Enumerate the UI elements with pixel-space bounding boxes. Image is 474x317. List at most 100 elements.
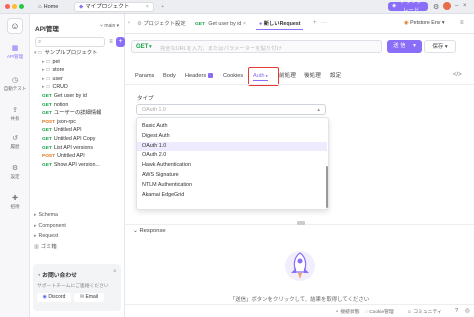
sidebar-section-0[interactable]: ▸ Schema bbox=[30, 210, 125, 221]
auth-type-dropdown: Basic Auth Digest Auth OAuth 1.0 OAuth 2.0 H… bbox=[136, 117, 329, 210]
api-endpoint-item[interactable]: GET Untitled API bbox=[30, 126, 125, 135]
method-selector[interactable]: GET bbox=[136, 44, 148, 50]
avatar[interactable] bbox=[443, 2, 451, 10]
rail-item-4[interactable]: ⚙ 設定 bbox=[0, 164, 30, 180]
method-badge: GET bbox=[42, 145, 52, 151]
rail-item-3[interactable]: ↺ 履歴 bbox=[0, 134, 30, 150]
connection-icon: ⚬ bbox=[335, 310, 340, 315]
tree-item-label: Untitled API Copy bbox=[53, 135, 96, 142]
response-header[interactable]: ⌄ Response bbox=[133, 228, 166, 234]
sidebar: API管理 ⑂ main ▾ ⌕ ≡ + ▾▭ サンプルプロジェクト ▸▭ pet ▸▭… bbox=[30, 14, 125, 317]
sidebar-section-3[interactable]: ▥ ゴミ箱 bbox=[30, 242, 125, 253]
api-endpoint-item[interactable]: GET Get user by id bbox=[30, 92, 125, 101]
subtab-6[interactable]: 後処理 bbox=[304, 71, 321, 81]
tree-item-label: json-rpc bbox=[57, 118, 76, 125]
new-tab-button[interactable]: + bbox=[157, 2, 168, 12]
auth-option[interactable]: Hawk Authentication bbox=[137, 161, 327, 171]
status-community[interactable]: ☺ コミュニティ bbox=[407, 308, 442, 315]
env-selector[interactable]: ◉ Petstore Env ▾ bbox=[404, 20, 445, 26]
branch-selector[interactable]: ⑂ main ▾ bbox=[100, 23, 119, 29]
more-icon[interactable]: ··· bbox=[321, 20, 327, 26]
auth-option[interactable]: OAuth 2.0 bbox=[137, 151, 327, 161]
api-endpoint-item[interactable]: GET ユーザーの詳細情報 bbox=[30, 109, 125, 118]
close-app-icon[interactable]: × bbox=[463, 3, 467, 9]
auth-option[interactable]: AWS Signature bbox=[137, 171, 327, 181]
dropdown-scrollbar[interactable] bbox=[326, 166, 328, 208]
method-badge: GET bbox=[42, 111, 52, 117]
gear-icon[interactable]: ⚙ bbox=[433, 3, 439, 11]
api-endpoint-item[interactable]: POST json-rpc bbox=[30, 118, 125, 127]
subtab-3[interactable]: Cookies bbox=[223, 71, 243, 81]
api-endpoint-item[interactable]: POST Untitled API bbox=[30, 152, 125, 161]
rail-item-1[interactable]: ◷ 自動テスト bbox=[0, 76, 30, 92]
email-button[interactable]: ✉ Email bbox=[74, 293, 104, 302]
api-endpoint-item[interactable]: GET Show API version... bbox=[30, 161, 125, 170]
method-badge: GET bbox=[42, 128, 52, 134]
env-icon: ◉ bbox=[404, 20, 409, 26]
contact-card: ◔ お問い合わせ × サポートチームにご連絡ください ◉ Discord ✉ E… bbox=[33, 264, 121, 311]
rail-item-5[interactable]: ✚ 招待 bbox=[0, 194, 30, 210]
api-endpoint-item[interactable]: GET List API versions bbox=[30, 144, 125, 153]
close-icon[interactable]: × bbox=[243, 21, 246, 27]
help-icon[interactable]: ? bbox=[455, 308, 458, 314]
filter-icon[interactable]: ≡ bbox=[107, 37, 115, 47]
minimize-icon[interactable]: – bbox=[455, 3, 458, 9]
subtab-5[interactable]: 前処理 bbox=[279, 71, 296, 81]
project-tab[interactable]: ◆ マイプロジェクト × bbox=[74, 2, 154, 12]
auth-option[interactable]: OAuth 1.0 bbox=[137, 141, 327, 152]
subtab-0[interactable]: Params bbox=[135, 71, 154, 81]
auth-type-label: タイプ bbox=[137, 96, 154, 102]
tab-get-user[interactable]: GET Get user by id × bbox=[192, 18, 249, 30]
send-button[interactable]: 送 信 ▾ bbox=[387, 40, 422, 53]
resize-handle[interactable] bbox=[297, 221, 305, 225]
discord-button[interactable]: ◉ Discord bbox=[37, 293, 71, 302]
add-tab-icon[interactable]: + bbox=[313, 20, 317, 26]
tab-project-settings[interactable]: ⚙ プロジェクト設定 bbox=[134, 18, 189, 30]
rail-item-2[interactable]: ⇪ 共有 bbox=[0, 106, 30, 122]
folder-item[interactable]: ▸▭ CRUD bbox=[30, 83, 125, 92]
api-endpoint-item[interactable]: GET Untitled API Copy bbox=[30, 135, 125, 144]
close-card-icon[interactable]: × bbox=[113, 269, 117, 275]
save-button[interactable]: 保存 ▾ bbox=[424, 40, 456, 53]
status-cookie[interactable]: ◌ Cookie管理 bbox=[365, 308, 394, 315]
chevron-down-icon: ▾ bbox=[149, 44, 152, 50]
subtab-1[interactable]: Body bbox=[163, 71, 176, 81]
api-endpoint-item[interactable]: GET notion bbox=[30, 101, 125, 110]
dot-icon: ● bbox=[259, 21, 263, 27]
sidebar-section-1[interactable]: ▸ Component bbox=[30, 221, 125, 232]
env-settings-icon[interactable]: ≡ bbox=[460, 20, 464, 26]
subtab-7[interactable]: 設定 bbox=[330, 71, 341, 81]
auth-option[interactable]: Akamai EdgeGrid bbox=[137, 191, 327, 201]
section-icon: ▸ bbox=[34, 212, 37, 218]
rail-item-label: 招待 bbox=[10, 204, 20, 209]
minimize-window-button[interactable] bbox=[12, 4, 17, 9]
sidebar-section-2[interactable]: ▸ Request bbox=[30, 231, 125, 242]
search-input[interactable]: ⌕ bbox=[35, 37, 105, 47]
contact-title: お問い合わせ bbox=[42, 273, 77, 279]
chat-icon: ◔ bbox=[37, 273, 41, 279]
rail-item-0[interactable]: ▦ API管理 bbox=[0, 44, 30, 60]
auth-option[interactable]: Digest Auth bbox=[137, 132, 327, 142]
close-window-button[interactable] bbox=[5, 4, 10, 9]
url-input[interactable]: 完全なURLを入力、またはパラメーターを貼り付け bbox=[160, 44, 282, 52]
auth-type-select[interactable]: OAuth 1.0 ▴ bbox=[136, 104, 326, 115]
close-icon[interactable]: × bbox=[146, 2, 149, 12]
auth-option[interactable]: NTLM Authentication bbox=[137, 181, 327, 191]
settings-icon: ⚙ bbox=[11, 165, 19, 172]
upgrade-button[interactable]: ◈ アップグレード bbox=[388, 0, 428, 14]
folder-item[interactable]: ▾▭ サンプルプロジェクト bbox=[30, 49, 125, 58]
code-icon[interactable]: </> bbox=[453, 72, 462, 78]
folder-item[interactable]: ▸▭ store bbox=[30, 66, 125, 75]
notification-icon[interactable]: ◎ bbox=[465, 308, 470, 314]
maximize-window-button[interactable] bbox=[19, 4, 24, 9]
home-tab[interactable]: ⌂ Home bbox=[34, 2, 62, 12]
add-button[interactable]: + bbox=[116, 37, 125, 47]
folder-icon: ▭ bbox=[45, 58, 51, 65]
folder-item[interactable]: ▸▭ user bbox=[30, 75, 125, 84]
status-connection[interactable]: ⚬ 接続状態 bbox=[335, 308, 360, 315]
auth-option[interactable]: Basic Auth bbox=[137, 122, 327, 132]
subtab-2[interactable]: Headers bbox=[185, 71, 214, 81]
folder-item[interactable]: ▸▭ pet bbox=[30, 58, 125, 67]
collapse-icon[interactable]: ‹ bbox=[128, 20, 130, 26]
tab-new-request[interactable]: ● 新しいRequest bbox=[256, 18, 304, 30]
